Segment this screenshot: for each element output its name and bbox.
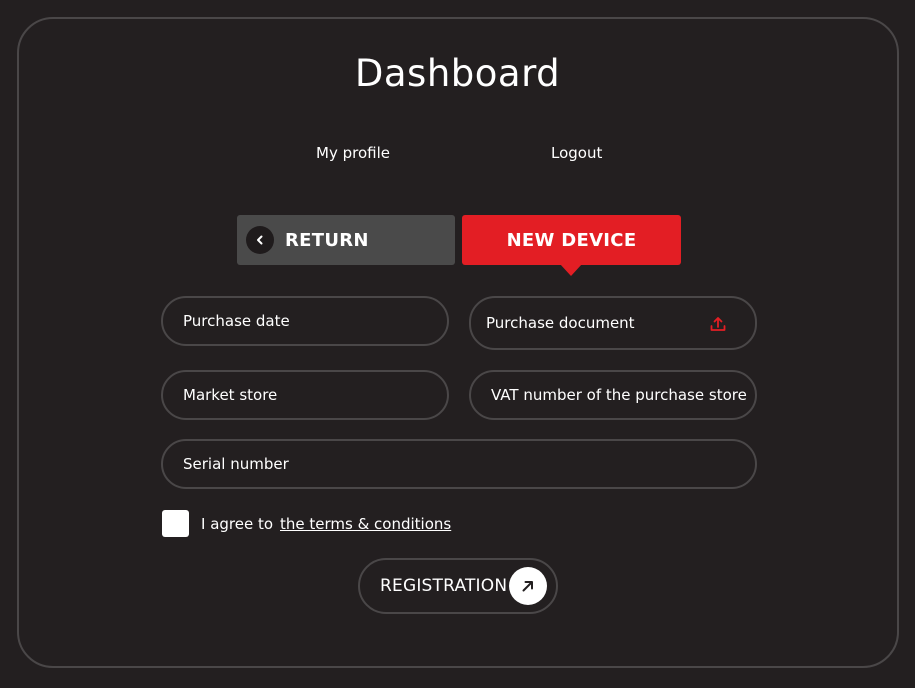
return-button[interactable]: RETURN	[237, 215, 455, 265]
arrow-up-right-icon	[509, 567, 547, 605]
new-device-button[interactable]: NEW DEVICE	[462, 215, 681, 276]
market-store-field[interactable]: Market store	[161, 370, 449, 420]
chevron-left-icon	[246, 226, 274, 254]
serial-number-placeholder: Serial number	[183, 455, 289, 473]
my-profile-link[interactable]: My profile	[316, 144, 390, 162]
page-title: Dashboard	[354, 52, 561, 95]
upload-icon[interactable]	[709, 315, 727, 333]
terms-checkbox[interactable]	[162, 510, 189, 537]
agree-label: I agree to	[201, 515, 274, 533]
purchase-date-field[interactable]: Purchase date	[161, 296, 449, 346]
purchase-document-upload[interactable]: Purchase document	[469, 296, 757, 350]
vat-number-field[interactable]: VAT number of the purchase store	[469, 370, 757, 420]
return-button-label: RETURN	[285, 229, 369, 251]
new-device-button-label: NEW DEVICE	[506, 229, 637, 251]
serial-number-field[interactable]: Serial number	[161, 439, 757, 489]
terms-link[interactable]: the terms & conditions	[280, 515, 451, 533]
registration-button-label: REGISTRATION	[380, 576, 508, 596]
logout-link[interactable]: Logout	[551, 144, 602, 162]
registration-button[interactable]: REGISTRATION	[358, 558, 558, 614]
active-tab-pointer	[560, 264, 582, 276]
purchase-date-placeholder: Purchase date	[183, 312, 290, 330]
market-store-placeholder: Market store	[183, 386, 278, 404]
purchase-document-placeholder: Purchase document	[486, 314, 635, 332]
vat-number-placeholder: VAT number of the purchase store	[491, 386, 747, 404]
